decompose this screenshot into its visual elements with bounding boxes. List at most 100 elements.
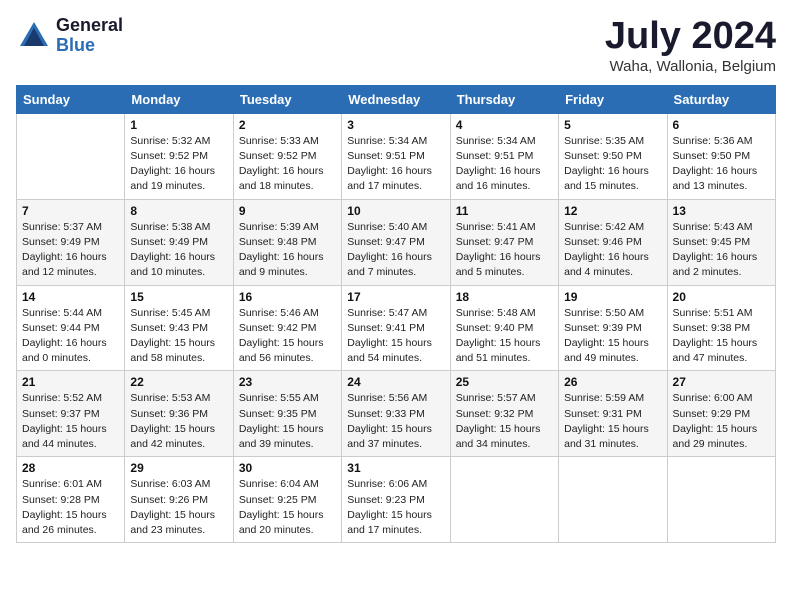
- weekday-header: Sunday: [17, 85, 125, 113]
- calendar-cell: 25Sunrise: 5:57 AM Sunset: 9:32 PM Dayli…: [450, 371, 558, 457]
- day-info: Sunrise: 5:40 AM Sunset: 9:47 PM Dayligh…: [347, 220, 444, 281]
- calendar-week-row: 14Sunrise: 5:44 AM Sunset: 9:44 PM Dayli…: [17, 285, 776, 371]
- calendar-cell: 17 Sunrise: 5:47 AM Sunset: 9:41 PM Dayli…: [342, 285, 450, 371]
- logo: General Blue: [16, 16, 123, 56]
- calendar-cell: 16 Sunrise: 5:46 AM Sunset: 9:42 PM Dayli…: [233, 285, 341, 371]
- calendar-table: SundayMondayTuesdayWednesdayThursdayFrid…: [16, 85, 776, 543]
- day-info: Sunrise: 6:04 AM Sunset: 9:25 PM Dayligh…: [239, 477, 336, 538]
- calendar-cell: 19 Sunrise: 5:50 AM Sunset: 9:39 PM Dayli…: [559, 285, 667, 371]
- day-info: Sunrise: 5:43 AM Sunset: 9:45 PM Dayligh…: [673, 220, 770, 281]
- calendar-cell: 20Sunrise: 5:51 AM Sunset: 9:38 PM Dayli…: [667, 285, 775, 371]
- day-number: 9: [239, 204, 336, 218]
- calendar-cell: 2 Sunrise: 5:33 AM Sunset: 9:52 PM Daylig…: [233, 113, 341, 199]
- day-number: 1: [130, 118, 227, 132]
- day-number: 6: [673, 118, 770, 132]
- day-number: 15: [130, 290, 227, 304]
- day-number: 19: [564, 290, 661, 304]
- calendar-week-row: 28 Sunrise: 6:01 AM Sunset: 9:28 PM Dayli…: [17, 457, 776, 543]
- day-info: Sunrise: 6:06 AM Sunset: 9:23 PM Dayligh…: [347, 477, 444, 538]
- day-number: 30: [239, 461, 336, 475]
- calendar-cell: 4Sunrise: 5:34 AM Sunset: 9:51 PM Daylig…: [450, 113, 558, 199]
- day-number: 18: [456, 290, 553, 304]
- calendar-cell: [450, 457, 558, 543]
- calendar-cell: 10 Sunrise: 5:40 AM Sunset: 9:47 PM Dayli…: [342, 199, 450, 285]
- day-info: Sunrise: 5:39 AM Sunset: 9:48 PM Dayligh…: [239, 220, 336, 281]
- calendar-cell: 30 Sunrise: 6:04 AM Sunset: 9:25 PM Dayli…: [233, 457, 341, 543]
- month-title: July 2024: [605, 16, 776, 58]
- logo-blue: Blue: [56, 36, 123, 56]
- day-number: 22: [130, 375, 227, 389]
- day-info: Sunrise: 5:46 AM Sunset: 9:42 PM Dayligh…: [239, 306, 336, 367]
- day-info: Sunrise: 5:38 AM Sunset: 9:49 PM Dayligh…: [130, 220, 227, 281]
- calendar-cell: 7Sunrise: 5:37 AM Sunset: 9:49 PM Daylig…: [17, 199, 125, 285]
- day-info: Sunrise: 5:36 AM Sunset: 9:50 PM Dayligh…: [673, 134, 770, 195]
- day-number: 24: [347, 375, 444, 389]
- day-info: Sunrise: 5:33 AM Sunset: 9:52 PM Dayligh…: [239, 134, 336, 195]
- day-info: Sunrise: 5:56 AM Sunset: 9:33 PM Dayligh…: [347, 391, 444, 452]
- day-info: Sunrise: 5:57 AM Sunset: 9:32 PM Dayligh…: [456, 391, 553, 452]
- day-number: 28: [22, 461, 119, 475]
- day-info: Sunrise: 5:44 AM Sunset: 9:44 PM Dayligh…: [22, 306, 119, 367]
- day-number: 16: [239, 290, 336, 304]
- day-number: 5: [564, 118, 661, 132]
- calendar-cell: 29Sunrise: 6:03 AM Sunset: 9:26 PM Dayli…: [125, 457, 233, 543]
- logo-icon: [16, 18, 52, 54]
- calendar-cell: 23 Sunrise: 5:55 AM Sunset: 9:35 PM Dayli…: [233, 371, 341, 457]
- calendar-cell: 24 Sunrise: 5:56 AM Sunset: 9:33 PM Dayli…: [342, 371, 450, 457]
- day-info: Sunrise: 5:59 AM Sunset: 9:31 PM Dayligh…: [564, 391, 661, 452]
- weekday-header: Monday: [125, 85, 233, 113]
- day-number: 3: [347, 118, 444, 132]
- calendar-cell: [17, 113, 125, 199]
- day-number: 2: [239, 118, 336, 132]
- calendar-cell: 8 Sunrise: 5:38 AM Sunset: 9:49 PM Daylig…: [125, 199, 233, 285]
- day-number: 23: [239, 375, 336, 389]
- day-number: 8: [130, 204, 227, 218]
- calendar-cell: [667, 457, 775, 543]
- calendar-cell: 3Sunrise: 5:34 AM Sunset: 9:51 PM Daylig…: [342, 113, 450, 199]
- day-number: 29: [130, 461, 227, 475]
- day-info: Sunrise: 5:50 AM Sunset: 9:39 PM Dayligh…: [564, 306, 661, 367]
- calendar-cell: 9 Sunrise: 5:39 AM Sunset: 9:48 PM Daylig…: [233, 199, 341, 285]
- day-info: Sunrise: 5:41 AM Sunset: 9:47 PM Dayligh…: [456, 220, 553, 281]
- day-info: Sunrise: 5:53 AM Sunset: 9:36 PM Dayligh…: [130, 391, 227, 452]
- day-info: Sunrise: 5:42 AM Sunset: 9:46 PM Dayligh…: [564, 220, 661, 281]
- day-number: 27: [673, 375, 770, 389]
- weekday-header: Tuesday: [233, 85, 341, 113]
- logo-general: General: [56, 16, 123, 36]
- day-number: 26: [564, 375, 661, 389]
- weekday-header: Saturday: [667, 85, 775, 113]
- day-info: Sunrise: 5:37 AM Sunset: 9:49 PM Dayligh…: [22, 220, 119, 281]
- calendar-cell: 21Sunrise: 5:52 AM Sunset: 9:37 PM Dayli…: [17, 371, 125, 457]
- calendar-cell: 5 Sunrise: 5:35 AM Sunset: 9:50 PM Daylig…: [559, 113, 667, 199]
- calendar-cell: 14Sunrise: 5:44 AM Sunset: 9:44 PM Dayli…: [17, 285, 125, 371]
- day-number: 11: [456, 204, 553, 218]
- day-info: Sunrise: 5:55 AM Sunset: 9:35 PM Dayligh…: [239, 391, 336, 452]
- calendar-cell: 11 Sunrise: 5:41 AM Sunset: 9:47 PM Dayli…: [450, 199, 558, 285]
- day-info: Sunrise: 5:45 AM Sunset: 9:43 PM Dayligh…: [130, 306, 227, 367]
- day-info: Sunrise: 5:47 AM Sunset: 9:41 PM Dayligh…: [347, 306, 444, 367]
- logo-text: General Blue: [56, 16, 123, 56]
- calendar-cell: 15 Sunrise: 5:45 AM Sunset: 9:43 PM Dayli…: [125, 285, 233, 371]
- day-info: Sunrise: 5:35 AM Sunset: 9:50 PM Dayligh…: [564, 134, 661, 195]
- day-info: Sunrise: 5:51 AM Sunset: 9:38 PM Dayligh…: [673, 306, 770, 367]
- calendar-cell: 22 Sunrise: 5:53 AM Sunset: 9:36 PM Dayli…: [125, 371, 233, 457]
- weekday-header: Wednesday: [342, 85, 450, 113]
- page-header: General Blue July 2024 Waha, Wallonia, B…: [16, 16, 776, 75]
- calendar-cell: [559, 457, 667, 543]
- day-number: 12: [564, 204, 661, 218]
- day-number: 10: [347, 204, 444, 218]
- calendar-cell: 12 Sunrise: 5:42 AM Sunset: 9:46 PM Dayli…: [559, 199, 667, 285]
- calendar-cell: 27Sunrise: 6:00 AM Sunset: 9:29 PM Dayli…: [667, 371, 775, 457]
- location-subtitle: Waha, Wallonia, Belgium: [605, 58, 776, 75]
- calendar-cell: 6 Sunrise: 5:36 AM Sunset: 9:50 PM Daylig…: [667, 113, 775, 199]
- title-block: July 2024 Waha, Wallonia, Belgium: [605, 16, 776, 75]
- calendar-week-row: 7Sunrise: 5:37 AM Sunset: 9:49 PM Daylig…: [17, 199, 776, 285]
- day-info: Sunrise: 6:01 AM Sunset: 9:28 PM Dayligh…: [22, 477, 119, 538]
- calendar-week-row: 1Sunrise: 5:32 AM Sunset: 9:52 PM Daylig…: [17, 113, 776, 199]
- day-number: 17: [347, 290, 444, 304]
- day-info: Sunrise: 5:34 AM Sunset: 9:51 PM Dayligh…: [456, 134, 553, 195]
- calendar-cell: 1Sunrise: 5:32 AM Sunset: 9:52 PM Daylig…: [125, 113, 233, 199]
- day-info: Sunrise: 5:52 AM Sunset: 9:37 PM Dayligh…: [22, 391, 119, 452]
- day-info: Sunrise: 5:48 AM Sunset: 9:40 PM Dayligh…: [456, 306, 553, 367]
- calendar-cell: 31Sunrise: 6:06 AM Sunset: 9:23 PM Dayli…: [342, 457, 450, 543]
